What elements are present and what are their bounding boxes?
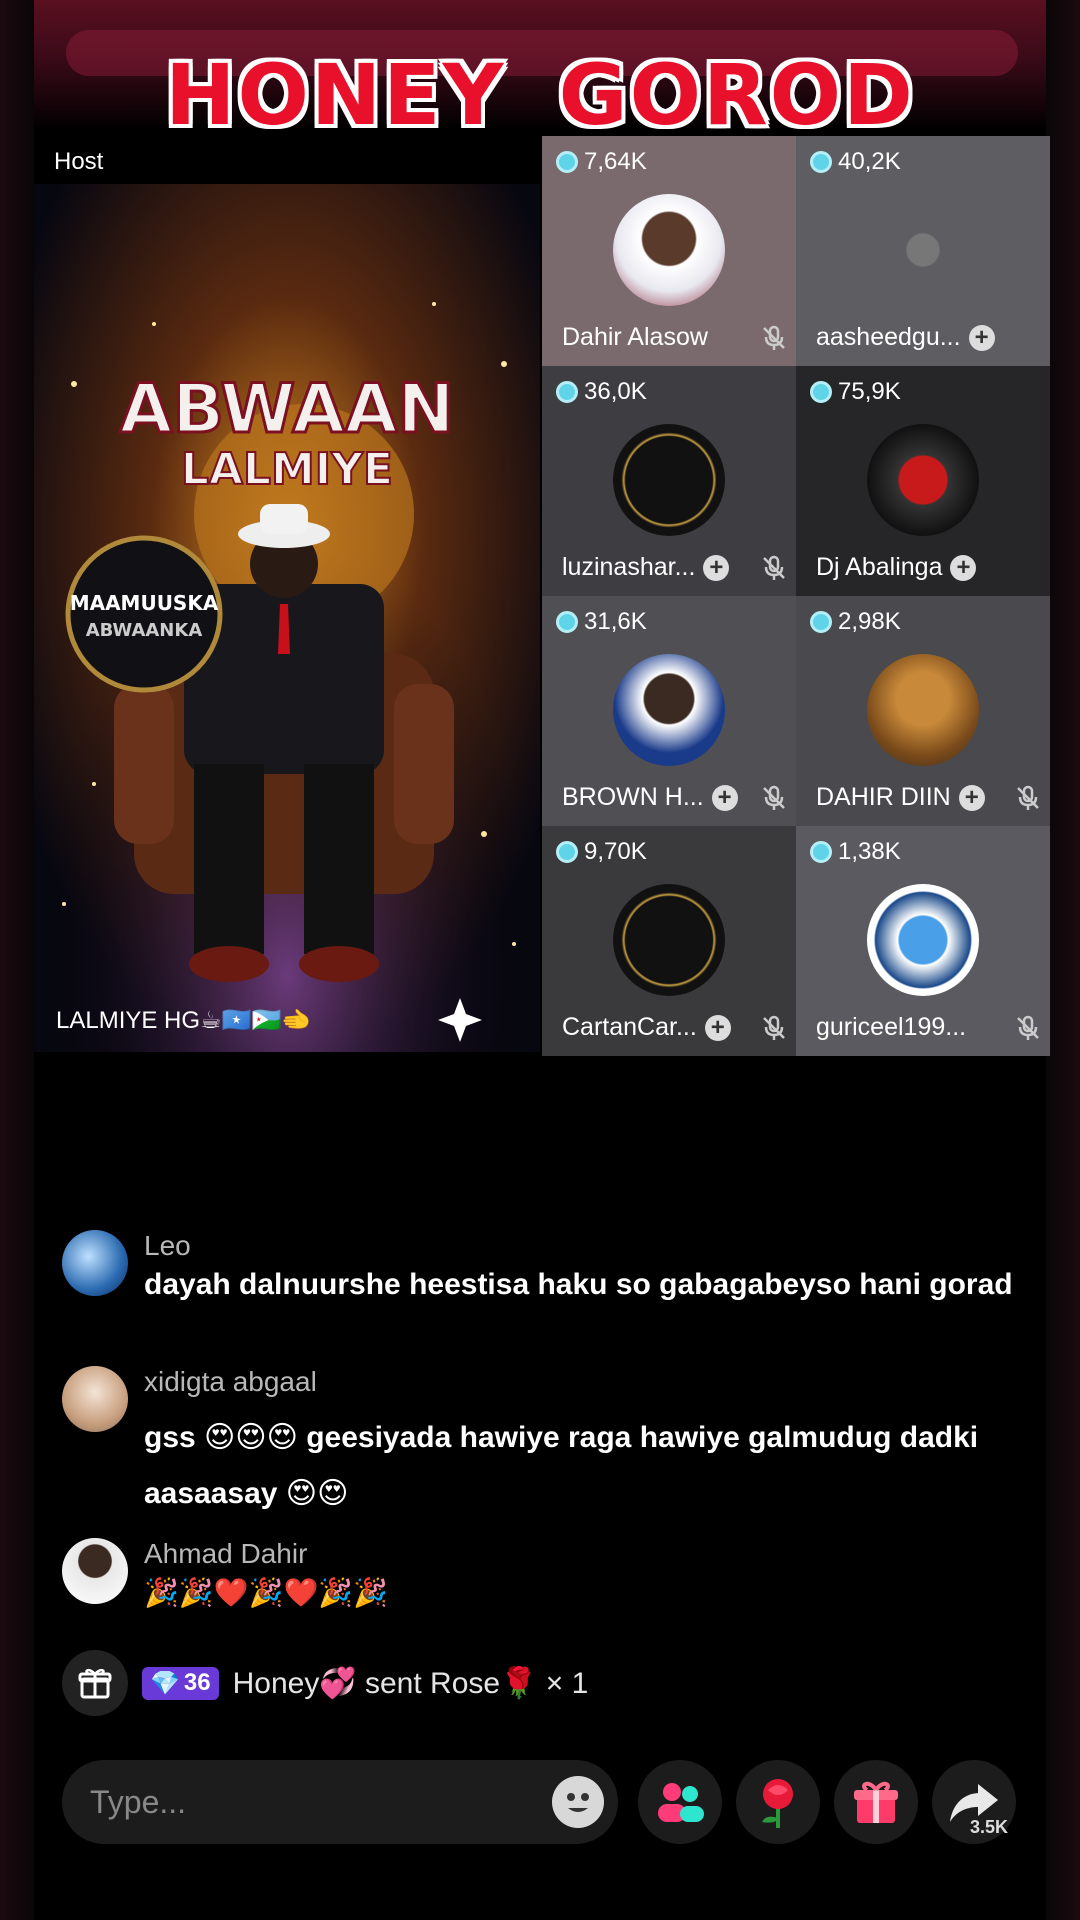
gift-icon — [62, 1650, 128, 1716]
guest-avatar[interactable] — [867, 884, 979, 996]
coin-icon — [556, 841, 578, 863]
follow-plus-icon[interactable]: + — [950, 554, 977, 581]
comment-avatar[interactable] — [62, 1538, 128, 1604]
share-button[interactable]: 3.5K — [932, 1760, 1016, 1844]
comment-username[interactable]: Ahmad Dahir — [144, 1538, 307, 1570]
bottom-bar: Type... 3.5K — [62, 1760, 1020, 1844]
guest-name-row: aasheedgu... + — [816, 323, 995, 352]
multi-guest-icon[interactable] — [638, 1760, 722, 1844]
guest-tile[interactable]: 2,98K DAHIR DIIN + — [796, 596, 1050, 826]
guest-avatar[interactable] — [613, 194, 725, 306]
guest-name-row: Dahir Alasow — [562, 323, 708, 352]
comment-item: Ahmad Dahir 🎉🎉❤️🎉❤️🎉🎉 — [62, 1538, 1022, 1618]
coin-icon — [810, 841, 832, 863]
comment-username[interactable]: xidigta abgaal — [144, 1366, 317, 1398]
coin-icon — [556, 151, 578, 173]
follow-plus-icon[interactable]: + — [958, 784, 985, 811]
gift-text: Honey💞 sent Rose🌹 × 1 — [232, 1666, 589, 1700]
guest-avatar[interactable] — [613, 884, 725, 996]
mic-muted-icon — [763, 1015, 785, 1040]
svg-text:MAAMUUSKA: MAAMUUSKA — [70, 591, 219, 615]
guest-name[interactable]: CartanCar... — [562, 1013, 697, 1042]
guest-name-row: luzinashar... + — [562, 553, 730, 582]
mic-muted-icon — [1017, 785, 1039, 810]
coin-icon — [810, 611, 832, 633]
host-cover-art: MAAMUUSKA ABWAANKA ABWAAN LALMIYE — [34, 184, 540, 1052]
coin-icon — [556, 381, 578, 403]
guest-name[interactable]: Dahir Alasow — [562, 323, 708, 352]
guest-avatar[interactable] — [613, 654, 725, 766]
gift-box-icon[interactable] — [834, 1760, 918, 1844]
mic-muted-icon — [763, 325, 785, 350]
coin-icon — [556, 611, 578, 633]
comment-avatar[interactable] — [62, 1230, 128, 1296]
guest-tile[interactable]: 1,38K guriceel199... — [796, 826, 1050, 1056]
guest-name[interactable]: luzinashar... — [562, 553, 695, 582]
guest-count: 1,38K — [810, 838, 901, 866]
guest-name-row: BROWN H... + — [562, 783, 738, 812]
comment-username[interactable]: Leo — [144, 1230, 191, 1262]
follow-plus-icon[interactable]: + — [703, 554, 730, 581]
share-count: 3.5K — [969, 1817, 1008, 1837]
overlay-banner: HONEY GOROD — [165, 46, 915, 144]
guest-count: 9,70K — [556, 838, 647, 866]
live-screen: MAAMUUSKA ABWAANKA ABWAAN LALMIYE Host L… — [0, 0, 1080, 1920]
comment-item: Leo dayah dalnuurshe heestisa haku so ga… — [62, 1230, 1022, 1340]
guest-name[interactable]: Dj Abalinga — [816, 553, 942, 582]
comment-text: 🎉🎉❤️🎉❤️🎉🎉 — [144, 1577, 389, 1608]
comment-avatar[interactable] — [62, 1366, 128, 1432]
diamond-icon: 💎 — [150, 1669, 180, 1697]
emoji-icon[interactable] — [552, 1776, 604, 1828]
comment-text: gss 😍😍😍 geesiyada hawiye raga hawiye gal… — [144, 1421, 979, 1510]
guest-name-row: guriceel199... — [816, 1013, 966, 1042]
guest-count: 40,2K — [810, 148, 901, 176]
guest-tile[interactable]: 75,9K Dj Abalinga + — [796, 366, 1050, 596]
host-label: Host — [54, 148, 104, 175]
host-video[interactable]: MAAMUUSKA ABWAANKA ABWAAN LALMIYE — [34, 136, 540, 1052]
coin-icon — [810, 381, 832, 403]
guest-name-row: DAHIR DIIN + — [816, 783, 985, 812]
guest-avatar[interactable] — [867, 424, 979, 536]
level-badge: 💎 36 — [142, 1666, 219, 1700]
rose-icon[interactable] — [736, 1760, 820, 1844]
follow-plus-icon[interactable]: + — [711, 784, 738, 811]
guest-avatar[interactable] — [867, 194, 979, 306]
guest-name[interactable]: DAHIR DIIN — [816, 783, 951, 812]
guest-count: 75,9K — [810, 378, 901, 406]
guest-name[interactable]: BROWN H... — [562, 783, 704, 812]
guest-name[interactable]: guriceel199... — [816, 1013, 966, 1042]
svg-text:LALMIYE: LALMIYE — [181, 444, 393, 495]
comment-text: dayah dalnuurshe heestisa haku so gabaga… — [144, 1268, 1013, 1301]
guest-count: 2,98K — [810, 608, 901, 636]
gift-notification: 💎 36 Honey💞 sent Rose🌹 × 1 — [62, 1650, 588, 1716]
guest-count: 31,6K — [556, 608, 647, 636]
mic-muted-icon — [1017, 1015, 1039, 1040]
guest-avatar[interactable] — [867, 654, 979, 766]
guest-avatar[interactable] — [613, 424, 725, 536]
follow-plus-icon[interactable]: + — [968, 324, 995, 351]
follow-plus-icon[interactable]: + — [704, 1014, 731, 1041]
comment-input[interactable]: Type... — [62, 1760, 618, 1844]
guest-tile[interactable]: 7,64K Dahir Alasow — [542, 136, 796, 366]
svg-text:ABWAANKA: ABWAANKA — [86, 620, 203, 641]
mic-muted-icon — [763, 785, 785, 810]
coin-icon — [810, 151, 832, 173]
mic-muted-icon — [763, 555, 785, 580]
guest-count: 36,0K — [556, 378, 647, 406]
guest-name-row: Dj Abalinga + — [816, 553, 977, 582]
guest-tile[interactable]: 40,2K aasheedgu... + — [796, 136, 1050, 366]
guest-tile[interactable]: 9,70K CartanCar... + — [542, 826, 796, 1056]
guest-count: 7,64K — [556, 148, 647, 176]
guest-name[interactable]: aasheedgu... — [816, 323, 961, 352]
comment-item: xidigta abgaal gss 😍😍😍 geesiyada hawiye … — [62, 1366, 1022, 1516]
guest-tile[interactable]: 31,6K BROWN H... + — [542, 596, 796, 826]
host-name: LALMIYE HG☕🇸🇴🇩🇯🫲 — [56, 1007, 312, 1034]
guest-name-row: CartanCar... + — [562, 1013, 731, 1042]
guest-tile[interactable]: 36,0K luzinashar... + — [542, 366, 796, 596]
svg-text:ABWAAN: ABWAAN — [120, 370, 455, 449]
